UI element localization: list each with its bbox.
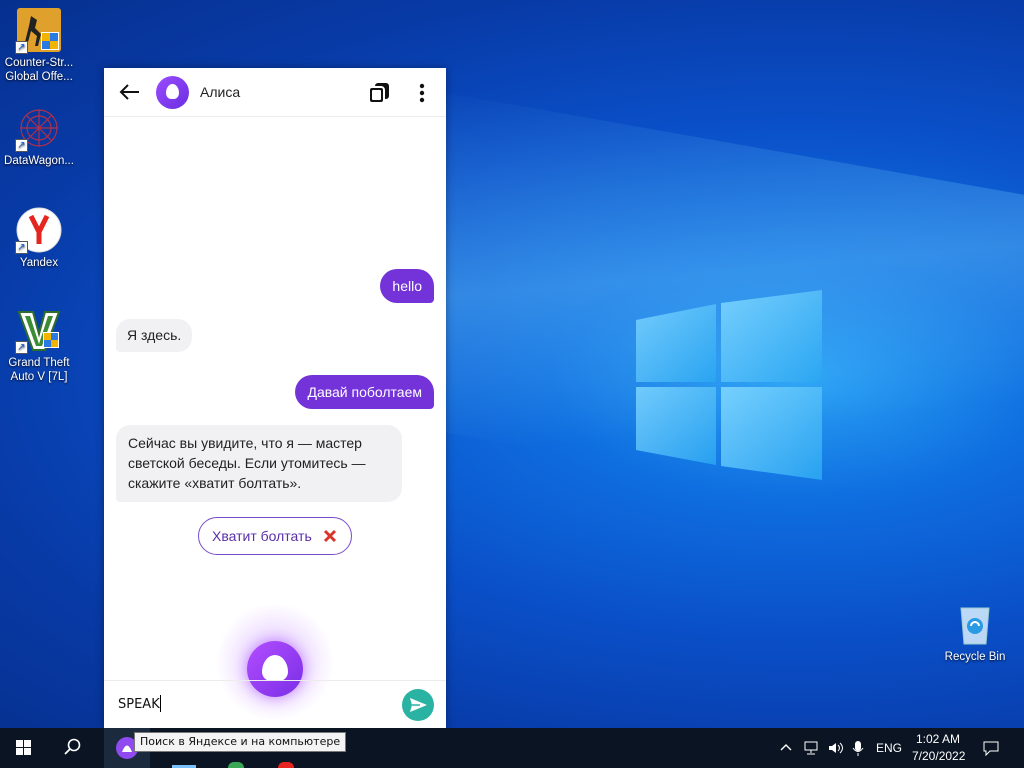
- desktop-icon-label: Global Offe...: [5, 71, 73, 83]
- windows-logo: [636, 290, 822, 480]
- desktop-icon-label: Yandex: [19, 257, 59, 269]
- alice-message-line: светской беседы. Если утомитесь —: [128, 455, 366, 471]
- search-tooltip: Поиск в Яндексе и на компьютере: [134, 732, 347, 752]
- user-message: hello: [380, 269, 434, 303]
- alice-window: Алиса hello Я здесь. Давай поболтаем Сей…: [104, 68, 446, 728]
- recycle-bin-icon: [951, 600, 999, 648]
- desktop-icon-label: Grand Theft: [8, 357, 70, 369]
- desktop-icon-label: Counter-Str...: [4, 57, 74, 69]
- input-language-indicator[interactable]: ENG: [876, 741, 902, 755]
- stop-chatting-chip[interactable]: Хватит болтать: [198, 517, 352, 555]
- cross-mark-icon: [323, 529, 337, 543]
- search-icon: [64, 738, 81, 755]
- alice-blob-icon: [262, 655, 288, 681]
- alice-message: Сейчас вы увидите, что я — мастер светск…: [116, 425, 402, 502]
- desktop-icon-gta5[interactable]: ↗ Grand Theft Auto V [7L]: [0, 306, 78, 384]
- send-arrow-icon: [410, 698, 427, 712]
- datawagon-icon: ↗: [15, 104, 63, 152]
- message-input-bar: [104, 680, 446, 728]
- action-center-icon[interactable]: [982, 739, 1000, 757]
- alice-message: Я здесь.: [116, 319, 193, 352]
- chip-label: Хватит болтать: [212, 528, 312, 544]
- chat-area: hello Я здесь. Давай поболтаем Сейчас вы…: [104, 118, 446, 722]
- desktop-icon-recycle-bin[interactable]: Recycle Bin: [938, 600, 1012, 664]
- shortcut-arrow-icon: ↗: [15, 41, 28, 54]
- more-menu-icon[interactable]: [412, 80, 432, 106]
- desktop-icon-label: Auto V [7L]: [10, 371, 68, 383]
- microphone-icon[interactable]: [850, 739, 866, 757]
- send-button[interactable]: [402, 689, 434, 721]
- shortcut-arrow-icon: ↗: [15, 341, 28, 354]
- alice-header: Алиса: [104, 68, 446, 117]
- alice-avatar: [156, 76, 189, 109]
- windows-start-icon: [16, 740, 31, 755]
- volume-icon[interactable]: [826, 739, 844, 757]
- clock-date[interactable]: 7/20/2022: [912, 749, 965, 763]
- alice-message-line: Сейчас вы увидите, что я — мастер: [128, 435, 362, 451]
- start-button[interactable]: [0, 728, 48, 768]
- user-message: Давай поболтаем: [295, 375, 434, 409]
- alice-title: Алиса: [200, 84, 241, 100]
- message-input[interactable]: [118, 691, 388, 717]
- desktop-icon-csgo[interactable]: ↗ Counter-Str... Global Offe...: [0, 6, 78, 84]
- shortcut-arrow-icon: ↗: [15, 241, 28, 254]
- search-button[interactable]: [48, 728, 96, 768]
- desktop-icon-yandex[interactable]: ↗ Yandex: [0, 206, 78, 270]
- skills-cards-icon[interactable]: [366, 80, 392, 106]
- gta-v-icon: ↗: [15, 306, 63, 354]
- desktop-icon-label: DataWagon...: [4, 155, 74, 167]
- show-hidden-icons-chevron-icon[interactable]: [778, 740, 794, 756]
- back-arrow-icon[interactable]: [118, 80, 142, 104]
- text-caret: [160, 695, 161, 712]
- shortcut-arrow-icon: ↗: [15, 139, 28, 152]
- yandex-browser-icon: ↗: [15, 206, 63, 254]
- alice-message-line: скажите «хватит болтать».: [128, 475, 302, 491]
- network-icon[interactable]: [802, 739, 820, 757]
- desktop-icon-datawagon[interactable]: ↗ DataWagon...: [0, 104, 78, 168]
- csgo-icon: ↗: [15, 6, 63, 54]
- clock-time[interactable]: 1:02 AM: [916, 732, 960, 746]
- desktop-icon-label: Recycle Bin: [944, 651, 1006, 663]
